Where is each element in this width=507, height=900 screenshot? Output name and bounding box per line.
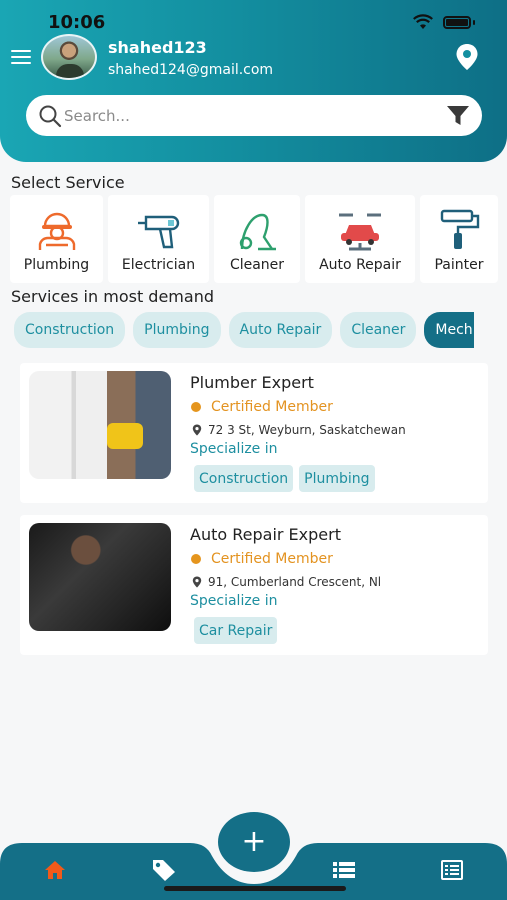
menu-icon[interactable]	[11, 50, 31, 64]
certified-label: Certified Member	[211, 399, 333, 415]
service-label: Auto Repair	[319, 257, 401, 273]
list-icon[interactable]	[333, 861, 355, 879]
specialty-tag[interactable]: Plumbing	[299, 465, 375, 492]
location-pin-icon[interactable]	[455, 43, 479, 71]
avatar[interactable]	[41, 34, 97, 80]
specialize-label: Specialize in	[190, 593, 278, 609]
filter-icon[interactable]	[446, 105, 470, 127]
search-icon	[39, 105, 62, 127]
specialty-tags: Car Repair	[194, 617, 278, 644]
specialty-tag[interactable]: Car Repair	[194, 617, 278, 644]
search-input[interactable]	[64, 106, 446, 125]
chip-auto-repair[interactable]: Auto Repair	[228, 312, 333, 348]
expert-title: Plumber Expert	[190, 373, 314, 392]
document-icon[interactable]	[441, 860, 463, 880]
chip-plumbing[interactable]: Plumbing	[133, 312, 221, 348]
service-label: Cleaner	[229, 257, 285, 273]
address-row: 72 3 St, Weyburn, Saskatchewan	[192, 423, 406, 437]
certified-dot-icon	[191, 554, 201, 564]
chip-mechanic[interactable]: Mech	[424, 312, 475, 348]
service-card-cleaner[interactable]: Cleaner	[214, 195, 300, 283]
expert-card-auto-repair[interactable]: Auto Repair Expert Certified Member 91, …	[20, 515, 488, 655]
specialize-label: Specialize in	[190, 441, 278, 457]
address-pin-icon	[192, 424, 202, 436]
service-card-plumbing[interactable]: Plumbing	[10, 195, 103, 283]
chip-cleaner[interactable]: Cleaner	[340, 312, 417, 348]
user-email: shahed124@gmail.com	[108, 62, 274, 78]
address-text: 72 3 St, Weyburn, Saskatchewan	[208, 423, 406, 437]
battery-icon	[443, 15, 471, 29]
address-pin-icon	[192, 576, 202, 588]
expert-photo	[29, 523, 171, 631]
search-bar[interactable]	[26, 95, 482, 136]
expert-card-plumber[interactable]: Plumber Expert Certified Member 72 3 St,…	[20, 363, 488, 503]
tag-icon[interactable]	[151, 858, 177, 882]
status-icons	[413, 14, 475, 30]
car-repair-icon	[339, 213, 381, 251]
certified-row: Certified Member	[191, 551, 333, 567]
demand-title: Services in most demand	[11, 287, 214, 306]
chip-construction[interactable]: Construction	[14, 312, 126, 348]
demand-chips: Construction Plumbing Auto Repair Cleane…	[14, 312, 475, 348]
service-label: Electrician	[121, 257, 196, 273]
expert-title: Auto Repair Expert	[190, 525, 341, 544]
plumber-icon	[38, 212, 75, 250]
drill-icon	[137, 215, 179, 249]
service-card-electrician[interactable]: Electrician	[108, 195, 209, 283]
address-text: 91, Cumberland Crescent, Nl	[208, 575, 382, 589]
status-time: 10:06	[48, 12, 106, 33]
vacuum-icon	[239, 213, 276, 251]
address-row: 91, Cumberland Crescent, Nl	[192, 575, 381, 589]
select-service-title: Select Service	[11, 173, 125, 192]
expert-photo	[29, 371, 171, 479]
certified-dot-icon	[191, 402, 201, 412]
service-label: Painter	[434, 257, 484, 273]
services-row: Plumbing Electrician Cleaner Auto Repair	[10, 195, 498, 283]
user-name: shahed123	[108, 38, 207, 57]
service-card-auto-repair[interactable]: Auto Repair	[305, 195, 415, 283]
service-label: Plumbing	[23, 257, 90, 273]
specialty-tag[interactable]: Construction	[194, 465, 294, 492]
home-icon[interactable]	[44, 860, 66, 880]
paint-roller-icon	[440, 209, 480, 249]
header: 10:06 shahed123 shahed124@gmail.com	[0, 0, 507, 162]
certified-row: Certified Member	[191, 399, 333, 415]
specialty-tags: Construction Plumbing	[194, 465, 375, 492]
certified-label: Certified Member	[211, 551, 333, 567]
wifi-icon	[413, 14, 433, 29]
home-indicator	[164, 886, 346, 891]
service-card-painter[interactable]: Painter	[420, 195, 498, 283]
add-button[interactable]: +	[218, 812, 290, 872]
